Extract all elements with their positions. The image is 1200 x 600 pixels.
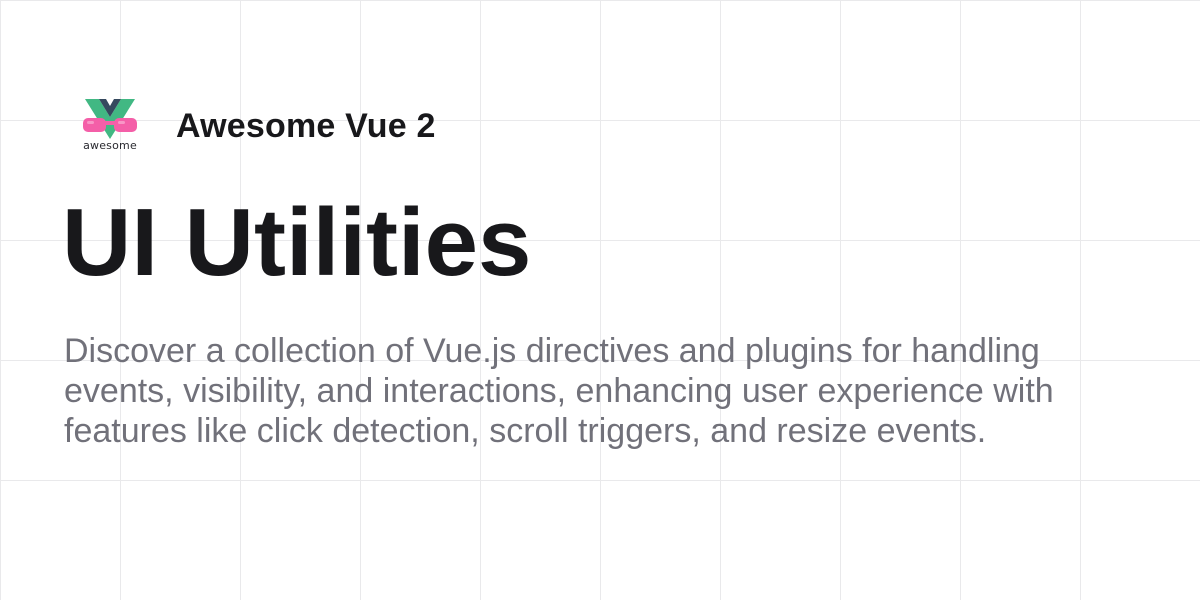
logo-text: awesome bbox=[83, 139, 137, 152]
awesome-vue-logo-icon: awesome bbox=[80, 97, 140, 155]
brand-name: Awesome Vue 2 bbox=[176, 106, 436, 145]
og-card: awesome Awesome Vue 2 UI Utilities Disco… bbox=[0, 0, 1200, 600]
brand-header: awesome Awesome Vue 2 bbox=[80, 97, 436, 155]
page-title: UI Utilities bbox=[62, 189, 532, 296]
page-description: Discover a collection of Vue.js directiv… bbox=[64, 332, 1054, 450]
